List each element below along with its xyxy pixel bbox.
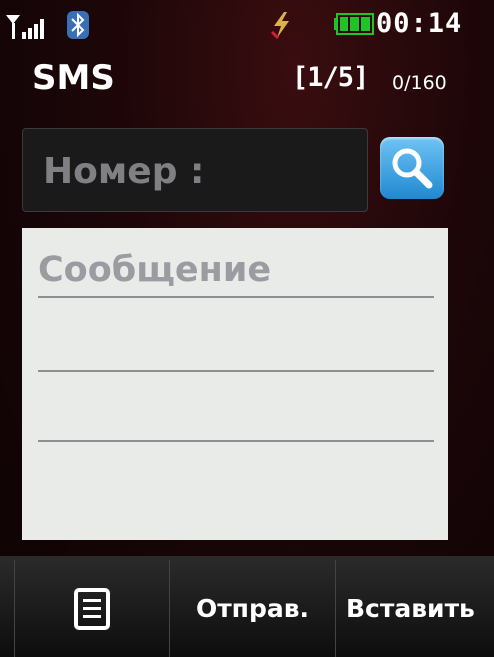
text-line-divider bbox=[38, 440, 434, 442]
paste-button[interactable]: Вставить bbox=[336, 560, 494, 657]
softkey-bar: Отправ. Вставить bbox=[0, 556, 494, 657]
message-placeholder: Сообщение bbox=[38, 250, 272, 290]
recipient-number-field[interactable]: Номер : bbox=[22, 128, 368, 212]
menu-list-icon bbox=[74, 587, 110, 630]
signal-strength-icon bbox=[4, 12, 54, 40]
number-field-label: Номер : bbox=[43, 151, 205, 192]
send-button[interactable]: Отправ. bbox=[170, 560, 336, 657]
message-textarea[interactable]: Сообщение bbox=[22, 228, 448, 540]
contact-search-button[interactable] bbox=[380, 137, 444, 199]
charging-icon bbox=[268, 10, 294, 40]
header: SMS [1/5] 0/160 bbox=[0, 50, 494, 110]
screen-title: SMS bbox=[32, 58, 115, 98]
text-line-divider bbox=[38, 296, 434, 298]
battery-full-icon bbox=[334, 13, 374, 35]
text-line-divider bbox=[38, 370, 434, 372]
status-bar: 00:14 bbox=[0, 0, 494, 50]
bluetooth-icon bbox=[66, 10, 90, 40]
search-icon bbox=[392, 148, 433, 189]
page-indicator: [1/5] bbox=[292, 62, 369, 93]
menu-softkey[interactable] bbox=[14, 560, 170, 657]
character-counter: 0/160 bbox=[392, 72, 447, 94]
clock: 00:14 bbox=[376, 8, 463, 39]
